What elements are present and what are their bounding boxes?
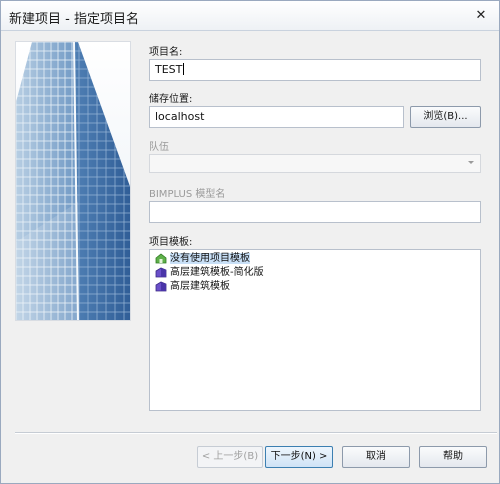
bimplus-model-input[interactable]	[149, 201, 481, 223]
template-item-none[interactable]: 没有使用项目模板	[152, 252, 252, 265]
title-bar[interactable]: 新建项目 - 指定项目名 ✕	[1, 1, 499, 31]
close-icon[interactable]: ✕	[473, 8, 489, 24]
purple-building-icon	[155, 281, 167, 292]
project-template-label: 项目模板:	[149, 237, 193, 248]
template-item-label: 没有使用项目模板	[170, 253, 250, 264]
template-item-highrise-simple[interactable]: 高层建筑模板-简化版	[152, 266, 266, 279]
project-template-list[interactable]: 没有使用项目模板 高层建筑模板-简化版 高层建筑模板	[149, 249, 481, 411]
green-house-icon	[155, 253, 167, 264]
team-dropdown[interactable]	[149, 154, 481, 173]
dialog-title: 新建项目 - 指定项目名	[9, 12, 139, 27]
purple-building-icon	[155, 267, 167, 278]
help-button[interactable]: 帮助	[419, 446, 487, 468]
bimplus-model-label: BIMPLUS 模型名	[149, 189, 226, 200]
project-name-input[interactable]: TEST	[149, 59, 481, 81]
text-caret	[183, 63, 185, 75]
project-name-label: 项目名:	[149, 47, 183, 58]
template-item-label: 高层建筑模板-简化版	[170, 267, 264, 278]
new-project-dialog: 新建项目 - 指定项目名 ✕ 项目名: TEST 储存位置: localhost…	[0, 0, 500, 484]
template-item-label: 高层建筑模板	[170, 281, 230, 292]
back-button[interactable]: < 上一步(B)	[197, 446, 263, 468]
storage-location-input[interactable]: localhost	[149, 106, 404, 128]
footer-divider	[15, 432, 497, 434]
next-button[interactable]: 下一步(N) >	[265, 446, 333, 468]
storage-location-value: localhost	[155, 110, 205, 123]
dialog-content: 项目名: TEST 储存位置: localhost 浏览(B)... 队伍 BI…	[7, 37, 497, 434]
dialog-footer: < 上一步(B) 下一步(N) > 取消 帮助	[1, 441, 499, 471]
project-name-value: TEST	[155, 63, 183, 76]
chevron-down-icon	[468, 161, 474, 164]
team-label: 队伍	[149, 142, 169, 153]
cancel-button[interactable]: 取消	[342, 446, 410, 468]
skyscraper-illustration	[15, 41, 131, 321]
template-item-highrise[interactable]: 高层建筑模板	[152, 280, 232, 293]
storage-location-label: 储存位置:	[149, 94, 193, 105]
browse-button[interactable]: 浏览(B)...	[410, 106, 481, 128]
